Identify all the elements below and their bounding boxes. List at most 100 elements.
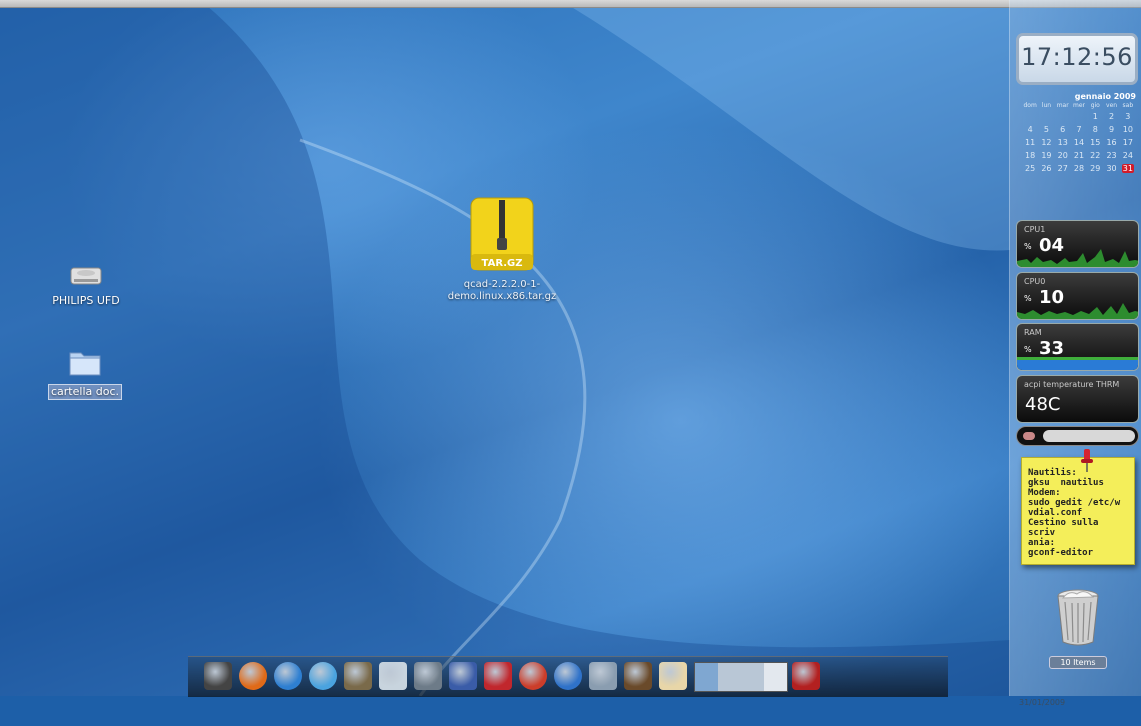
calendar-day[interactable]: 19 <box>1038 149 1054 162</box>
calendar-weekday: mar <box>1056 102 1069 109</box>
ram-graph <box>1017 357 1138 370</box>
trash-widget[interactable]: 10 Items <box>1043 588 1113 669</box>
calendar-day <box>1038 110 1054 123</box>
sticky-note-line: Modem: <box>1028 488 1061 498</box>
wallpaper-swoosh <box>0 0 1010 696</box>
calendar-day[interactable]: 16 <box>1103 136 1119 149</box>
desktop-icon-cartella-doc[interactable]: cartella doc. <box>44 347 126 400</box>
ram-meter[interactable]: RAM % 33 <box>1016 323 1139 371</box>
workspace-switcher-icon[interactable] <box>694 662 788 692</box>
network-bar <box>1043 430 1135 442</box>
desktop-background[interactable] <box>0 0 1141 696</box>
calendar-day[interactable]: 22 <box>1087 149 1103 162</box>
calendar-day[interactable]: 6 <box>1055 123 1071 136</box>
calendar-day[interactable]: 13 <box>1055 136 1071 149</box>
calendar-day[interactable]: 3 <box>1120 110 1136 123</box>
desktop-icon-qcad-archive[interactable]: TAR.GZ qcad-2.2.2.0-1-demo.linux.x86.tar… <box>446 196 558 303</box>
music-icon[interactable] <box>554 662 582 690</box>
folder-icon <box>69 352 101 376</box>
calendar-today[interactable]: 31 <box>1121 164 1134 173</box>
calendar-day[interactable]: 8 <box>1087 123 1103 136</box>
terminal-icon[interactable] <box>449 662 477 690</box>
calendar-day[interactable]: 15 <box>1087 136 1103 149</box>
meter-name: CPU0 <box>1024 277 1046 286</box>
cpu0-meter[interactable]: CPU0 % 10 <box>1016 272 1139 320</box>
sticky-note-line: vdial.conf <box>1028 508 1083 518</box>
archive-icon: TAR.GZ <box>470 197 534 271</box>
cpu0-graph <box>1017 303 1138 319</box>
network-widget[interactable] <box>1016 426 1139 446</box>
calendar-day[interactable]: 18 <box>1022 149 1038 162</box>
calendar-grid: dom lun mar mer gio ven sab 1 2 3 4 5 6 7 8 9 10 11 12 13 1… <box>1022 101 1136 175</box>
sticky-note-line: Cestino sulla scriv <box>1028 518 1104 538</box>
desktop-icon-label: cartella doc. <box>48 384 122 400</box>
document-icon[interactable] <box>589 662 617 690</box>
clock-time: 17:12:56 <box>1021 43 1133 71</box>
filezilla-icon[interactable] <box>484 662 512 690</box>
text-editor-icon[interactable] <box>659 662 687 690</box>
archive-badge: TAR.GZ <box>482 258 523 269</box>
calendar-day[interactable]: 2 <box>1103 110 1119 123</box>
desktop-icon-label: PHILIPS UFD <box>52 294 120 307</box>
network-icon[interactable] <box>309 662 337 690</box>
gimp-icon[interactable] <box>344 662 372 690</box>
calendar-day[interactable]: 24 <box>1120 149 1136 162</box>
calendar-widget[interactable]: gennaio 2009 dom lun mar mer gio ven sab 12345… <box>1022 92 1136 175</box>
firefox-icon[interactable] <box>239 662 267 690</box>
phone-icon[interactable] <box>204 662 232 690</box>
sticky-note-line: gksu nautilus <box>1028 478 1104 488</box>
trash-icon <box>1057 589 1099 646</box>
meter-name: CPU1 <box>1024 225 1046 234</box>
calendar-weekday: dom <box>1023 102 1037 109</box>
calendar-weekday: mer <box>1072 102 1085 109</box>
sticky-note-line: ania: <box>1028 538 1056 548</box>
desktop-icon-label: qcad-2.2.2.0-1-demo.linux.x86.tar.gz <box>447 279 557 302</box>
sticky-note-line: gconf-editor <box>1028 548 1094 558</box>
clock-widget[interactable]: 17:12:56 31/01/2009 <box>1016 33 1138 707</box>
exit-icon[interactable] <box>792 662 820 690</box>
cpu1-meter[interactable]: CPU1 % 04 <box>1016 220 1139 268</box>
calendar-day[interactable]: 21 <box>1071 149 1087 162</box>
desktop-icon-philips-ufd[interactable]: PHILIPS UFD <box>40 262 132 307</box>
sticky-note[interactable]: Nautilis: gksu nautilus Modem: sudo gedi… <box>1021 457 1135 565</box>
calendar-day[interactable]: 1 <box>1087 110 1103 123</box>
calendar-day[interactable]: 29 <box>1087 162 1103 175</box>
sticky-note-line: sudo gedit /etc/w <box>1028 498 1121 508</box>
pushpin-icon <box>1081 449 1093 472</box>
calendar-day[interactable]: 28 <box>1071 162 1087 175</box>
calendar-day[interactable]: 20 <box>1055 149 1071 162</box>
calendar-weekday: gio <box>1090 102 1100 109</box>
movie-icon[interactable] <box>624 662 652 690</box>
calendar-day[interactable]: 17 <box>1120 136 1136 149</box>
calendar-day[interactable]: 27 <box>1055 162 1071 175</box>
sticky-note-line: Nautilis: <box>1028 468 1077 478</box>
cpu1-graph <box>1017 249 1138 267</box>
clock-date: 31/01/2009 <box>1019 698 1066 707</box>
calendar-weekday: lun <box>1041 102 1052 109</box>
camera-icon[interactable] <box>379 662 407 690</box>
network-indicator-icon <box>1023 432 1035 440</box>
calculator-icon[interactable] <box>414 662 442 690</box>
internet-explorer-icon[interactable] <box>274 662 302 690</box>
calendar-day[interactable]: 9 <box>1103 123 1119 136</box>
app-icon[interactable] <box>519 662 547 690</box>
top-panel[interactable] <box>0 0 1141 8</box>
calendar-day[interactable]: 30 <box>1103 162 1119 175</box>
calendar-weekday: ven <box>1106 102 1118 109</box>
calendar-day[interactable]: 5 <box>1038 123 1054 136</box>
calendar-day[interactable]: 23 <box>1103 149 1119 162</box>
calendar-day[interactable]: 12 <box>1038 136 1054 149</box>
calendar-day[interactable]: 7 <box>1071 123 1087 136</box>
calendar-day <box>1071 110 1087 123</box>
calendar-day[interactable]: 31 <box>1120 162 1136 175</box>
calendar-day[interactable]: 10 <box>1120 123 1136 136</box>
calendar-day[interactable]: 25 <box>1022 162 1038 175</box>
temperature-meter[interactable]: acpi temperature THRM 48C <box>1016 375 1139 423</box>
calendar-day[interactable]: 26 <box>1038 162 1054 175</box>
calendar-day[interactable]: 14 <box>1071 136 1087 149</box>
calendar-weekday: sab <box>1122 102 1134 109</box>
calendar-day[interactable]: 11 <box>1022 136 1038 149</box>
calendar-day[interactable]: 4 <box>1022 123 1038 136</box>
meter-value: 48C <box>1025 394 1061 415</box>
drive-icon <box>70 267 102 285</box>
